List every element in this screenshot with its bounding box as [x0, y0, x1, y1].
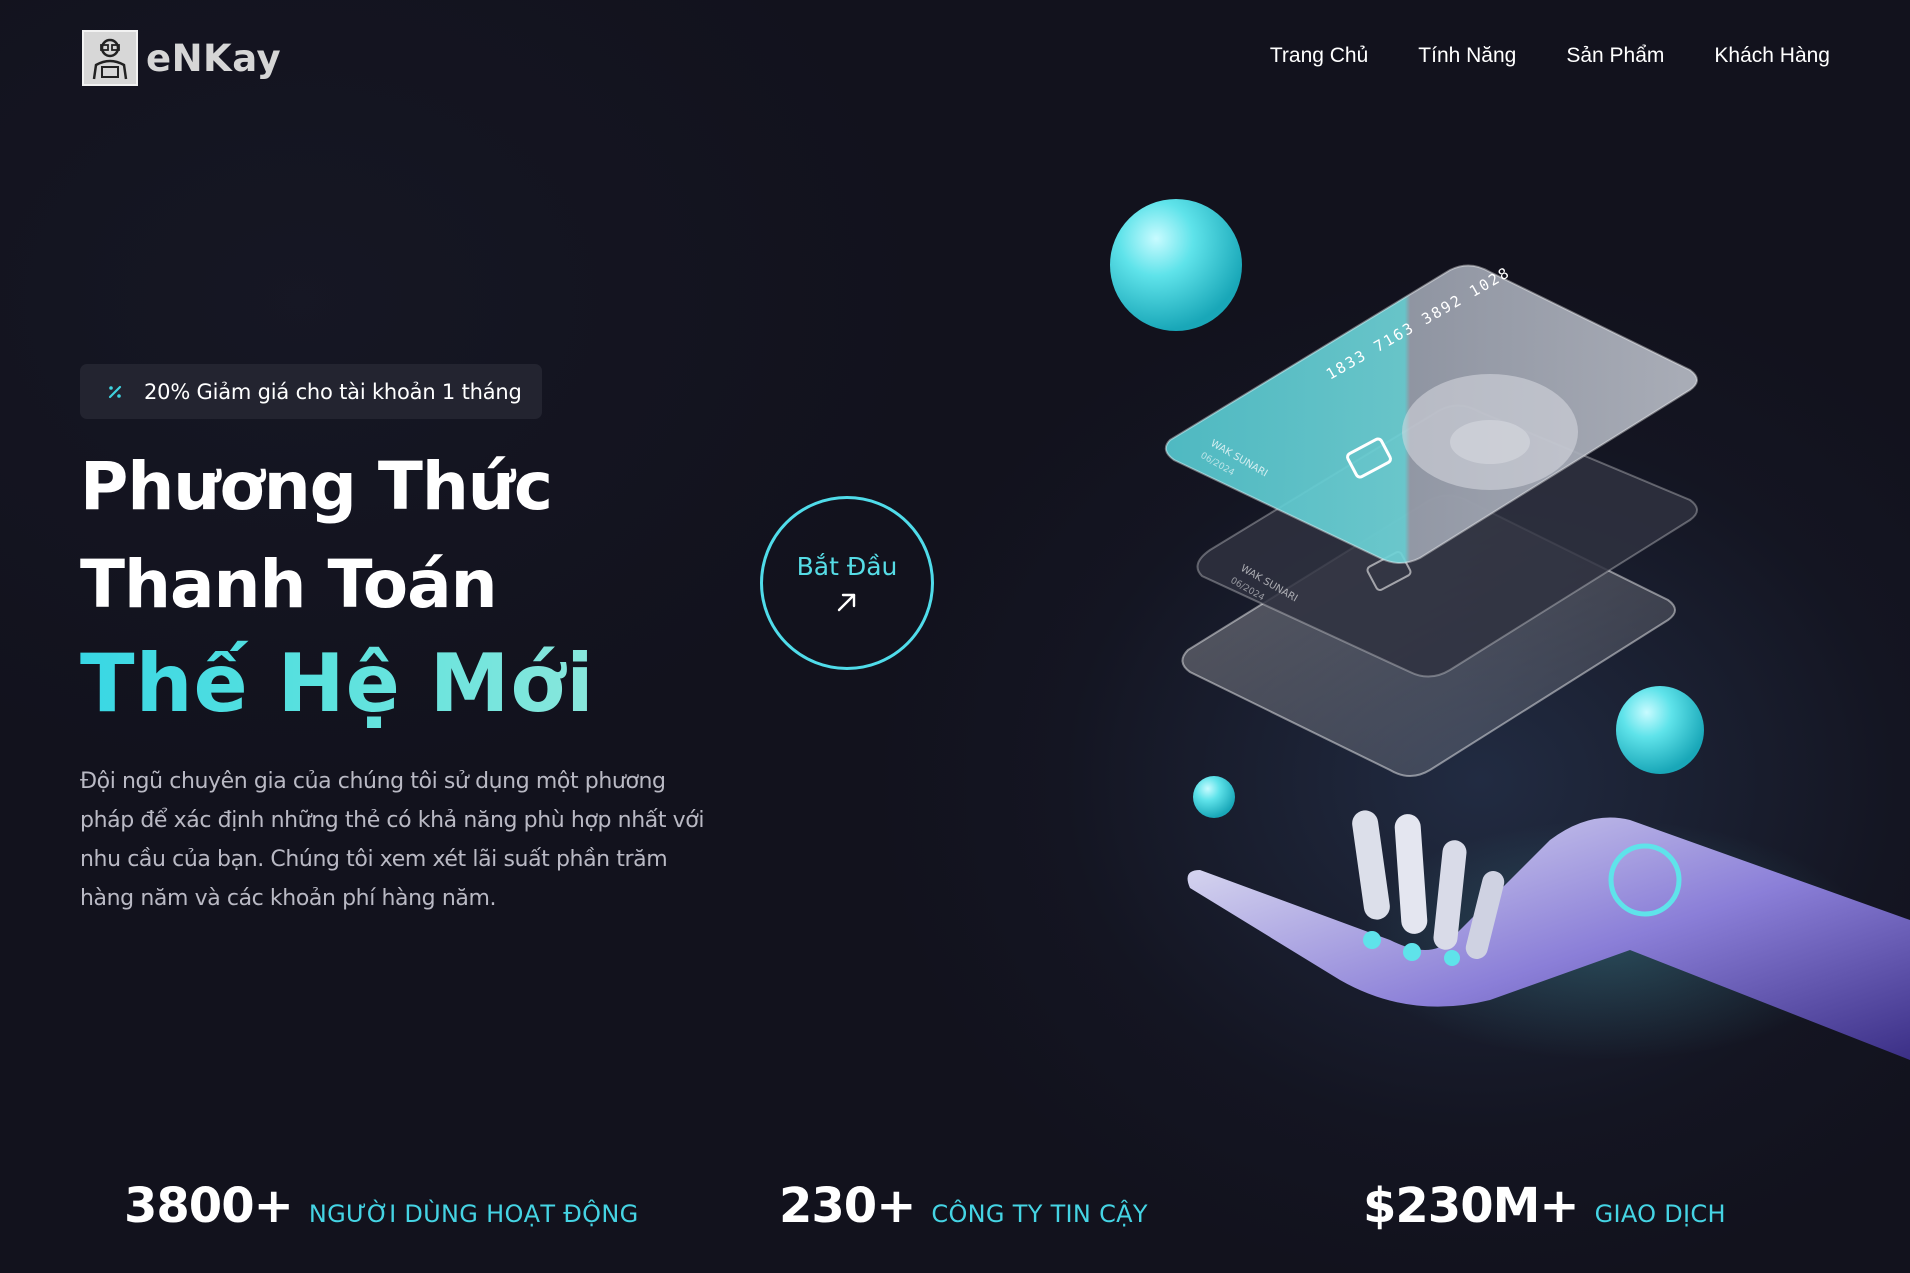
- site-header: eNKay Trang Chủ Tính Năng Sản Phẩm Khách…: [0, 0, 1910, 118]
- sphere-small: [1193, 776, 1235, 818]
- stat-value-transactions: $230M+: [1363, 1178, 1580, 1234]
- hero-title-accent: Thế Hệ Mới: [80, 634, 595, 734]
- stat-label-transactions: GIAO DỊCH: [1594, 1200, 1726, 1228]
- nav-item-features[interactable]: Tính Năng: [1418, 44, 1516, 68]
- hero-description: Đội ngũ chuyên gia của chúng tôi sử dụng…: [80, 769, 705, 911]
- hero-illustration: WAK SUNARI 06/2024 1833 7163 3892 1028 W…: [1110, 199, 1910, 1060]
- stat-item-companies: 230+ CÔNG TY TIN CẬY: [779, 1178, 1148, 1234]
- person-with-glasses-icon: [82, 30, 138, 86]
- start-button-label: Bắt Đầu: [796, 551, 898, 581]
- nav-item-customers[interactable]: Khách Hàng: [1714, 44, 1830, 68]
- percent-icon: [108, 385, 122, 398]
- stat-label-users: NGƯỜI DÙNG HOẠT ĐỘNG: [308, 1200, 639, 1228]
- start-button[interactable]: Bắt Đầu: [760, 496, 934, 670]
- hero-title-line1: Phương Thức: [80, 448, 553, 525]
- brand-logo[interactable]: eNKay: [82, 30, 281, 86]
- badge-text: 20% Giảm giá cho tài khoản 1 tháng: [144, 379, 522, 404]
- hero-title-line2: Thanh Toán: [80, 546, 498, 623]
- sphere-right: [1616, 686, 1704, 774]
- stat-value-companies: 230+: [779, 1178, 916, 1234]
- stat-item-transactions: $230M+ GIAO DỊCH: [1363, 1178, 1726, 1234]
- stat-item-users: 3800+ NGƯỜI DÙNG HOẠT ĐỘNG: [124, 1178, 638, 1234]
- hero-title: Phương Thức Thanh Toán Thế Hệ Mới: [80, 438, 595, 734]
- main-nav: Trang Chủ Tính Năng Sản Phẩm Khách Hàng: [1270, 44, 1830, 68]
- nav-item-products[interactable]: Sản Phẩm: [1566, 44, 1664, 68]
- stat-label-companies: CÔNG TY TIN CẬY: [931, 1200, 1148, 1228]
- arrow-up-right-icon: [837, 593, 856, 611]
- stat-value-users: 3800+: [124, 1178, 294, 1234]
- brand-name: eNKay: [146, 36, 282, 80]
- discount-badge: 20% Giảm giá cho tài khoản 1 tháng: [80, 364, 542, 419]
- sphere-large: [1110, 199, 1242, 331]
- robot-hand: [1187, 810, 1910, 1060]
- stats-bar: 3800+ NGƯỜI DÙNG HOẠT ĐỘNG 230+ CÔNG TY …: [0, 1170, 1910, 1240]
- nav-item-home[interactable]: Trang Chủ: [1270, 44, 1368, 68]
